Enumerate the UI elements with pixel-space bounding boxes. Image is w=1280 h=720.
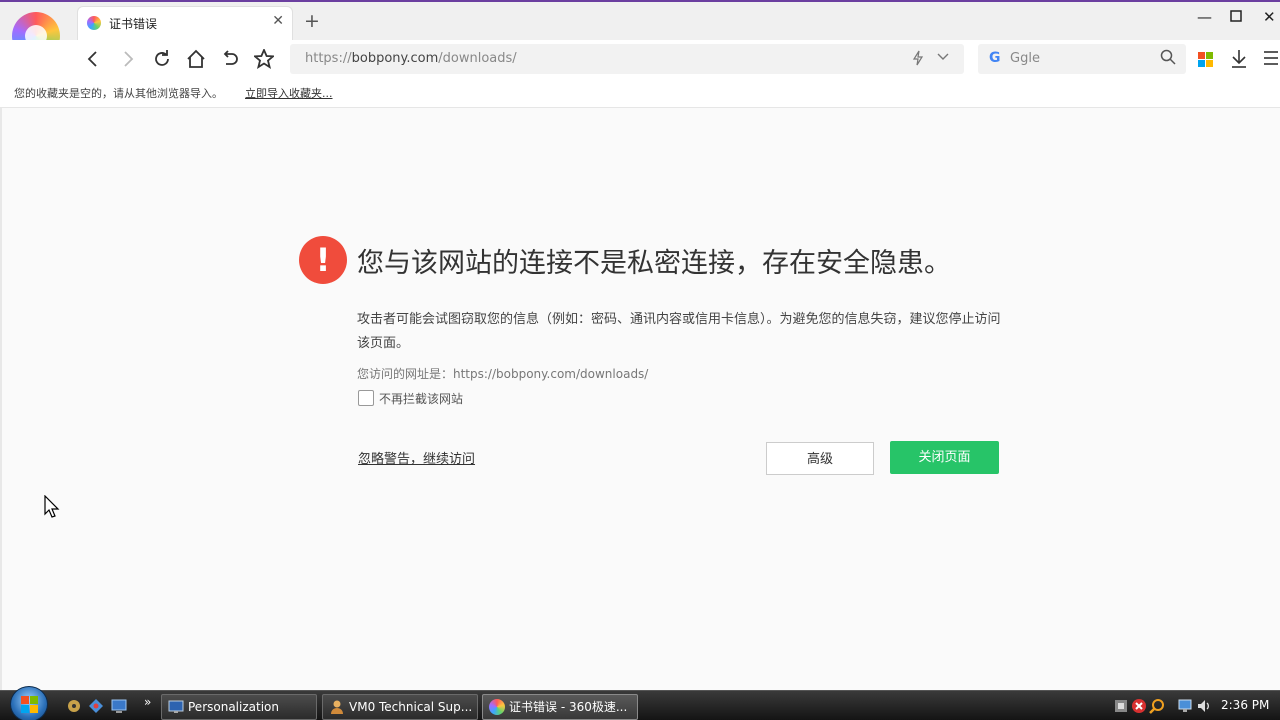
- search-input[interactable]: Ggle: [1010, 51, 1040, 66]
- user-icon: [331, 700, 343, 714]
- warning-headline: 您与该网站的连接不是私密连接，存在安全隐患。: [357, 248, 951, 279]
- chevron-down-icon[interactable]: [937, 49, 949, 69]
- dont-block-label: 不再拦截该网站: [379, 391, 464, 406]
- advanced-button[interactable]: 高级: [766, 442, 874, 475]
- import-bookmarks-link[interactable]: 立即导入收藏夹...: [245, 85, 333, 101]
- tray-vm-icon[interactable]: [1113, 698, 1129, 714]
- dont-block-checkbox[interactable]: [358, 390, 374, 406]
- search-icon[interactable]: [1160, 49, 1176, 69]
- tray-security-alert-icon[interactable]: [1131, 698, 1147, 714]
- dont-block-checkbox-row[interactable]: 不再拦截该网站: [358, 390, 463, 406]
- tray-search-icon[interactable]: [1149, 698, 1165, 714]
- reload-icon: [155, 50, 169, 66]
- star-icon: [254, 49, 274, 69]
- tab-title: 证书错误: [109, 17, 158, 31]
- tab-close-icon[interactable]: ✕: [272, 13, 284, 29]
- back-arrow-icon: [87, 51, 97, 67]
- quicklaunch-network-icon[interactable]: [88, 698, 104, 714]
- address-text: https://bobpony.com/downloads/: [305, 51, 517, 66]
- reload-button[interactable]: [149, 46, 175, 72]
- address-bar[interactable]: https://bobpony.com/downloads/: [290, 44, 964, 74]
- start-button[interactable]: [10, 686, 48, 720]
- tray-network-icon[interactable]: [1177, 698, 1193, 714]
- browser-360-icon: [489, 699, 505, 715]
- warning-description: 攻击者可能会试图窃取您的信息（例如：密码、通讯内容或信用卡信息）。为避免您的信息…: [357, 312, 1001, 351]
- lightning-icon[interactable]: [912, 50, 924, 70]
- forward-arrow-icon: [124, 51, 134, 67]
- home-button[interactable]: [183, 46, 209, 72]
- tray-volume-icon[interactable]: [1196, 698, 1212, 714]
- page-content: ! 您与该网站的连接不是私密连接，存在安全隐患。 攻击者可能会试图窃取您的信息（…: [0, 108, 1280, 690]
- back-button[interactable]: [80, 46, 106, 72]
- download-icon[interactable]: [1230, 49, 1248, 73]
- undo-icon: [223, 50, 238, 65]
- maximize-icon[interactable]: [1230, 8, 1242, 26]
- undo-close-button[interactable]: [217, 46, 243, 72]
- taskbar-item-technical-support[interactable]: VM0 Technical Sup...: [322, 694, 478, 720]
- visited-url-text: 您访问的网址是：https://bobpony.com/downloads/: [357, 367, 649, 381]
- search-box[interactable]: G Ggle: [978, 44, 1186, 74]
- quicklaunch-overflow-icon[interactable]: »: [144, 695, 151, 709]
- warning-icon: !: [299, 236, 347, 284]
- minimize-icon[interactable]: —: [1197, 8, 1212, 26]
- close-window-icon[interactable]: ✕: [1263, 8, 1276, 26]
- close-page-button[interactable]: 关闭页面: [890, 441, 999, 474]
- bookmarks-empty-text: 您的收藏夹是空的，请从其他浏览器导入。: [14, 87, 223, 100]
- mouse-cursor-icon: [44, 495, 60, 518]
- browser-360-icon: [87, 16, 101, 30]
- taskbar-clock[interactable]: 2:36 PM: [1221, 698, 1269, 712]
- tab-strip: 证书错误 ✕ + — ✕: [0, 0, 1280, 40]
- google-icon: G: [989, 50, 1001, 66]
- bookmark-button[interactable]: [251, 46, 277, 72]
- show-desktop-icon[interactable]: [111, 698, 127, 714]
- home-icon: [187, 49, 205, 68]
- windows-logo-icon: [21, 696, 39, 714]
- taskbar-item-browser[interactable]: 证书错误 - 360极速...: [482, 694, 638, 720]
- taskbar-item-personalization[interactable]: Personalization: [161, 694, 317, 720]
- ignore-warning-link[interactable]: 忽略警告，继续访问: [358, 448, 475, 467]
- new-tab-button[interactable]: +: [304, 10, 320, 32]
- taskbar: » Personalization VM0 Technical Sup... 证…: [0, 686, 1280, 720]
- forward-button[interactable]: [115, 46, 141, 72]
- tab-certificate-error[interactable]: 证书错误 ✕: [77, 6, 293, 40]
- monitor-icon: [168, 700, 184, 713]
- quicklaunch-tools-icon[interactable]: [66, 698, 82, 714]
- bookmark-bar: 您的收藏夹是空的，请从其他浏览器导入。 立即导入收藏夹...: [0, 78, 1280, 108]
- window-accent-line: [0, 0, 1280, 2]
- menu-icon[interactable]: [1264, 50, 1278, 70]
- apps-grid-icon[interactable]: [1198, 52, 1213, 67]
- navigation-toolbar: https://bobpony.com/downloads/ G Ggle: [0, 40, 1280, 78]
